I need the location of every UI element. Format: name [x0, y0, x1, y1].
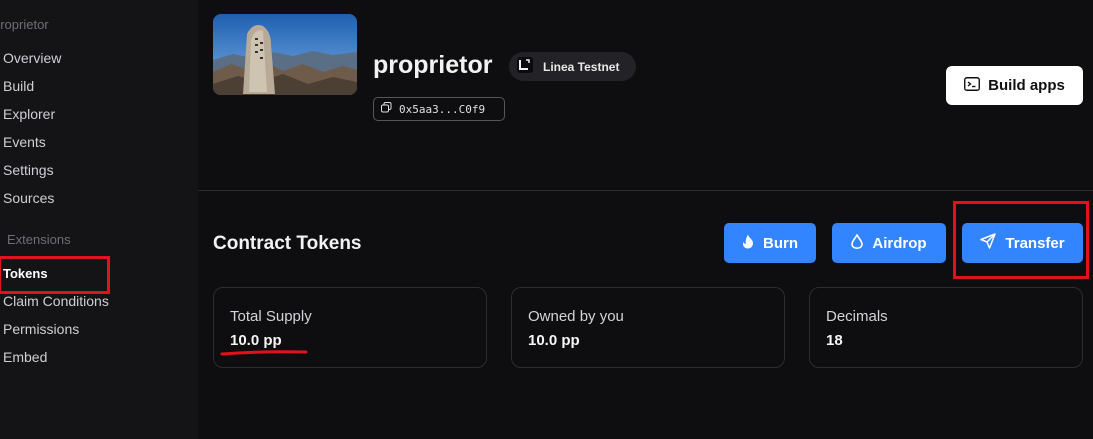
sidebar-item-overview[interactable]: Overview	[3, 50, 61, 66]
transfer-label: Transfer	[1005, 234, 1065, 252]
sidebar-item-sources[interactable]: Sources	[3, 190, 54, 206]
stat-label: Decimals	[826, 308, 888, 325]
contract-address: 0x5aa3...C0f9	[399, 102, 486, 116]
build-apps-label: Build apps	[988, 77, 1065, 94]
droplet-icon	[851, 232, 864, 253]
contract-address-copy[interactable]: 0x5aa3...C0f9	[373, 97, 505, 121]
sidebar-item-explorer[interactable]: Explorer	[3, 106, 55, 122]
sidebar-item-embed[interactable]: Embed	[3, 349, 47, 365]
sidebar-item-permissions[interactable]: Permissions	[3, 321, 79, 337]
transfer-button[interactable]: Transfer	[962, 223, 1083, 263]
sidebar-item-settings[interactable]: Settings	[3, 162, 54, 178]
sidebar-item-events[interactable]: Events	[3, 134, 46, 150]
send-icon	[980, 233, 997, 253]
stat-value: 10.0 pp	[230, 332, 282, 349]
sidebar: proprietor Overview Build Explorer Event…	[0, 0, 198, 439]
build-apps-button[interactable]: Build apps	[946, 66, 1083, 105]
stat-label: Total Supply	[230, 308, 312, 325]
sidebar-item-claim-conditions[interactable]: Claim Conditions	[3, 293, 109, 309]
terminal-icon	[964, 76, 981, 95]
main-content: proprietor Linea Testnet 0x5aa3...C0f9 B…	[198, 0, 1093, 439]
burn-label: Burn	[763, 234, 798, 252]
chain-badge[interactable]: Linea Testnet	[509, 52, 636, 81]
stat-label: Owned by you	[528, 308, 624, 325]
flame-icon	[742, 234, 754, 253]
sidebar-item-tokens[interactable]: Tokens	[3, 266, 48, 281]
linea-logo-icon	[517, 57, 533, 76]
red-underline-annotation	[220, 350, 308, 356]
airdrop-button[interactable]: Airdrop	[832, 223, 946, 263]
sidebar-contract-label: proprietor	[0, 17, 49, 32]
contract-image	[213, 14, 357, 95]
sidebar-extensions-heading: Extensions	[7, 232, 71, 247]
burn-button[interactable]: Burn	[724, 223, 816, 263]
stat-card-owned-by-you: Owned by you 10.0 pp	[511, 287, 785, 368]
section-divider	[198, 190, 1093, 191]
chain-name: Linea Testnet	[543, 59, 620, 74]
sidebar-item-build[interactable]: Build	[3, 78, 34, 94]
airdrop-label: Airdrop	[872, 234, 927, 252]
section-title: Contract Tokens	[213, 233, 362, 254]
stat-value: 18	[826, 332, 843, 349]
stat-card-decimals: Decimals 18	[809, 287, 1083, 368]
stat-value: 10.0 pp	[528, 332, 580, 349]
copy-icon	[381, 102, 392, 116]
contract-name: proprietor	[373, 51, 493, 79]
